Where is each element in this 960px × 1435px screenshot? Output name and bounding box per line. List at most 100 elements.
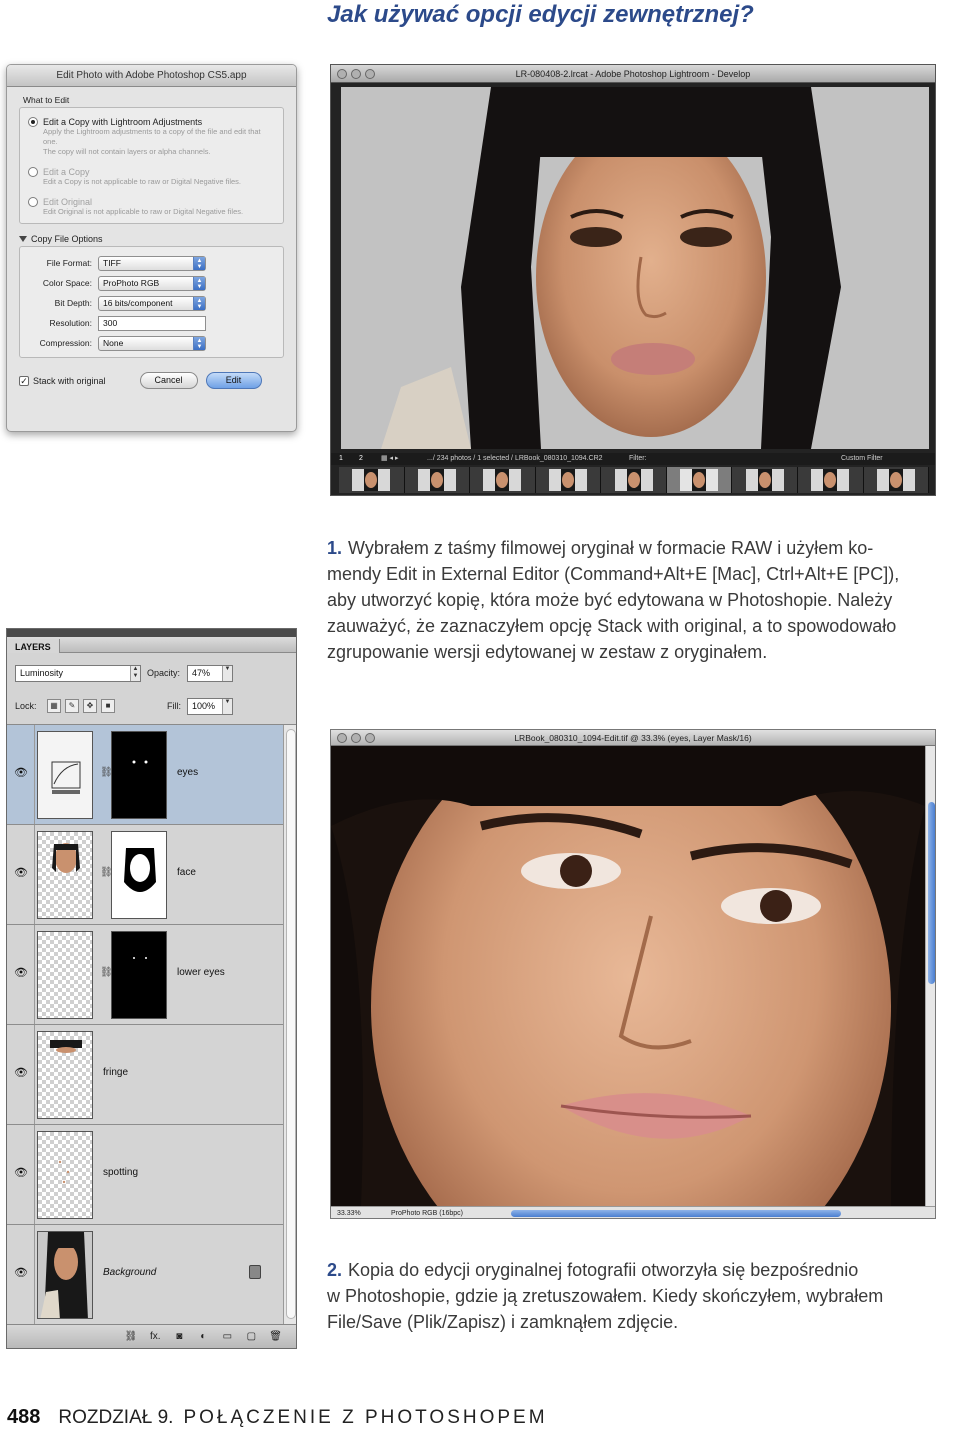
caption-line: w Photoshopie, gdzie ją zretuszowałem. K… xyxy=(327,1286,884,1306)
select-value: TIFF xyxy=(103,257,121,268)
stack-with-original-checkbox[interactable]: ✓ xyxy=(19,375,29,386)
lock-image-icon[interactable]: ✎ xyxy=(65,699,79,713)
option-label: Edit Original xyxy=(43,197,93,207)
trash-icon[interactable]: 🗑 xyxy=(269,1331,282,1342)
compression-select[interactable]: None ▲ ▼ xyxy=(98,335,206,351)
vertical-scrollbar[interactable] xyxy=(925,746,935,1206)
lock-all-icon[interactable]: ■ xyxy=(101,699,115,713)
caption-text: Kopia do edycji oryginalnej fotografii o… xyxy=(348,1260,859,1280)
filmstrip-thumb[interactable] xyxy=(535,467,602,493)
layer-row-face[interactable]: 👁 ⛓ face xyxy=(7,825,283,925)
select-value: 47% xyxy=(192,668,211,678)
disclosure-triangle-icon[interactable] xyxy=(19,236,27,242)
option-edit-copy[interactable]: Edit a Copy xyxy=(28,167,275,177)
layer-name[interactable]: fringe xyxy=(103,1067,128,1078)
radio-icon[interactable] xyxy=(28,197,38,207)
eye-icon[interactable]: 👁 xyxy=(11,1265,31,1281)
select-value: 100% xyxy=(192,701,216,711)
option-edit-copy-adjustments[interactable]: Edit a Copy with Lightroom Adjustments xyxy=(28,117,275,127)
link-layers-icon[interactable]: ⛓ xyxy=(125,1331,138,1342)
copy-file-options-toggle[interactable]: Copy File Options xyxy=(19,234,284,244)
lock-position-icon[interactable]: ✥ xyxy=(83,699,97,713)
grid-icon[interactable]: ▦ ◂ ▸ xyxy=(381,453,399,465)
layer-name[interactable]: eyes xyxy=(177,767,198,778)
radio-icon[interactable] xyxy=(28,167,38,177)
color-space-row: Color Space: ProPhoto RGB ▲ ▼ xyxy=(26,275,277,291)
scroll-thumb[interactable] xyxy=(928,802,935,984)
bit-depth-select[interactable]: 16 bits/component ▲ ▼ xyxy=(98,295,206,311)
layers-scrollbar[interactable] xyxy=(283,725,296,1326)
filmstrip-thumb[interactable] xyxy=(339,467,405,493)
layer-row-eyes[interactable]: 👁 ⛓ eyes xyxy=(7,725,283,825)
bit-depth-label: Bit Depth: xyxy=(54,298,92,308)
photoshop-document-window: LRBook_080310_1094-Edit.tif @ 33.3% (eye… xyxy=(330,729,936,1219)
filter-label: Filter: xyxy=(629,455,647,462)
copy-file-options-label: Copy File Options xyxy=(31,234,103,244)
eye-icon[interactable]: 👁 xyxy=(11,765,31,781)
edit-button[interactable]: Edit xyxy=(205,372,262,389)
layer-thumbnail[interactable] xyxy=(37,831,93,919)
custom-filter-select[interactable]: Custom Filter xyxy=(841,453,883,465)
option-edit-original[interactable]: Edit Original xyxy=(28,197,275,207)
layer-thumbnail[interactable] xyxy=(37,1031,93,1119)
filmstrip-thumb[interactable] xyxy=(404,467,471,493)
filmstrip-header: 1 2 ▦ ◂ ▸ .../ 234 photos / 1 selected /… xyxy=(331,453,935,465)
color-space-select[interactable]: ProPhoto RGB ▲ ▼ xyxy=(98,275,206,291)
new-layer-icon[interactable]: ▢ xyxy=(245,1331,257,1342)
layer-thumbnail[interactable] xyxy=(37,1131,93,1219)
radio-selected-icon[interactable] xyxy=(28,117,38,127)
layer-list: 👁 ⛓ eyes 👁 ⛓ face 👁 ⛓ lower eyes 👁 fring… xyxy=(7,725,283,1326)
portrait-photo xyxy=(341,87,929,449)
horizontal-scroll-thumb[interactable] xyxy=(511,1210,841,1217)
what-to-edit-group: Edit a Copy with Lightroom Adjustments A… xyxy=(19,107,284,224)
page-2-button[interactable]: 2 xyxy=(359,453,363,465)
filmstrip-thumb[interactable] xyxy=(601,467,667,493)
zoom-level[interactable]: 33.33% xyxy=(337,1207,361,1218)
filmstrip-thumb-selected[interactable] xyxy=(666,467,733,493)
layer-name[interactable]: Background xyxy=(103,1267,156,1278)
dialog-footer: ✓ Stack with original Cancel Edit xyxy=(19,372,284,389)
filmstrip-thumb[interactable] xyxy=(732,467,798,493)
add-mask-icon[interactable]: ◙ xyxy=(173,1331,185,1342)
eye-icon[interactable]: 👁 xyxy=(11,865,31,881)
layer-name[interactable]: lower eyes xyxy=(177,967,225,978)
layer-row-lower-eyes[interactable]: 👁 ⛓ lower eyes xyxy=(7,925,283,1025)
lightroom-titlebar: LR-080408-2.lrcat - Adobe Photoshop Ligh… xyxy=(331,65,935,83)
adjustment-thumbnail[interactable] xyxy=(37,731,93,819)
layer-thumbnail[interactable] xyxy=(37,931,93,1019)
layer-row-background[interactable]: 👁 Background xyxy=(7,1225,283,1325)
page-1-button[interactable]: 1 xyxy=(339,453,343,465)
lock-transparent-icon[interactable]: ▦ xyxy=(47,699,61,713)
blend-mode-select[interactable]: Luminosity ▲ ▼ xyxy=(15,665,141,682)
step-number: 1. xyxy=(327,538,343,558)
layer-mask-thumbnail[interactable] xyxy=(111,831,167,919)
layer-name[interactable]: spotting xyxy=(103,1167,138,1178)
eye-icon[interactable]: 👁 xyxy=(11,965,31,981)
adjustment-layer-icon[interactable]: ◐ xyxy=(197,1331,209,1342)
layer-row-fringe[interactable]: 👁 fringe xyxy=(7,1025,283,1125)
filmstrip-thumb[interactable] xyxy=(470,467,536,493)
fill-input[interactable]: 100% ▼ xyxy=(187,698,233,715)
layer-name[interactable]: face xyxy=(177,867,196,878)
filmstrip-thumb[interactable] xyxy=(797,467,864,493)
caption-line: File/Save (Plik/Zapisz) i zamknąłem zdję… xyxy=(327,1312,679,1332)
layer-thumbnail[interactable] xyxy=(37,1231,93,1319)
opacity-input[interactable]: 47% ▼ xyxy=(187,665,233,682)
lock-icon xyxy=(249,1265,261,1279)
updown-arrows-icon: ▲ ▼ xyxy=(193,296,205,310)
layer-row-spotting[interactable]: 👁 spotting xyxy=(7,1125,283,1225)
cancel-button[interactable]: Cancel xyxy=(139,372,198,389)
document-canvas[interactable] xyxy=(331,746,925,1206)
new-group-icon[interactable]: ▭ xyxy=(221,1331,233,1342)
eye-icon[interactable]: 👁 xyxy=(11,1065,31,1081)
visibility-column: 👁 xyxy=(7,825,35,924)
layer-mask-thumbnail[interactable] xyxy=(111,931,167,1019)
file-format-select[interactable]: TIFF ▲ ▼ xyxy=(98,255,206,271)
eye-icon[interactable]: 👁 xyxy=(11,1165,31,1181)
layer-style-icon[interactable]: fx. xyxy=(149,1331,161,1342)
filmstrip-thumb[interactable] xyxy=(863,467,930,493)
resolution-input[interactable]: 300 xyxy=(98,315,206,331)
scroll-thumb[interactable] xyxy=(286,729,296,1319)
layer-mask-thumbnail[interactable] xyxy=(111,731,167,819)
page-number: 488 xyxy=(7,1406,41,1428)
